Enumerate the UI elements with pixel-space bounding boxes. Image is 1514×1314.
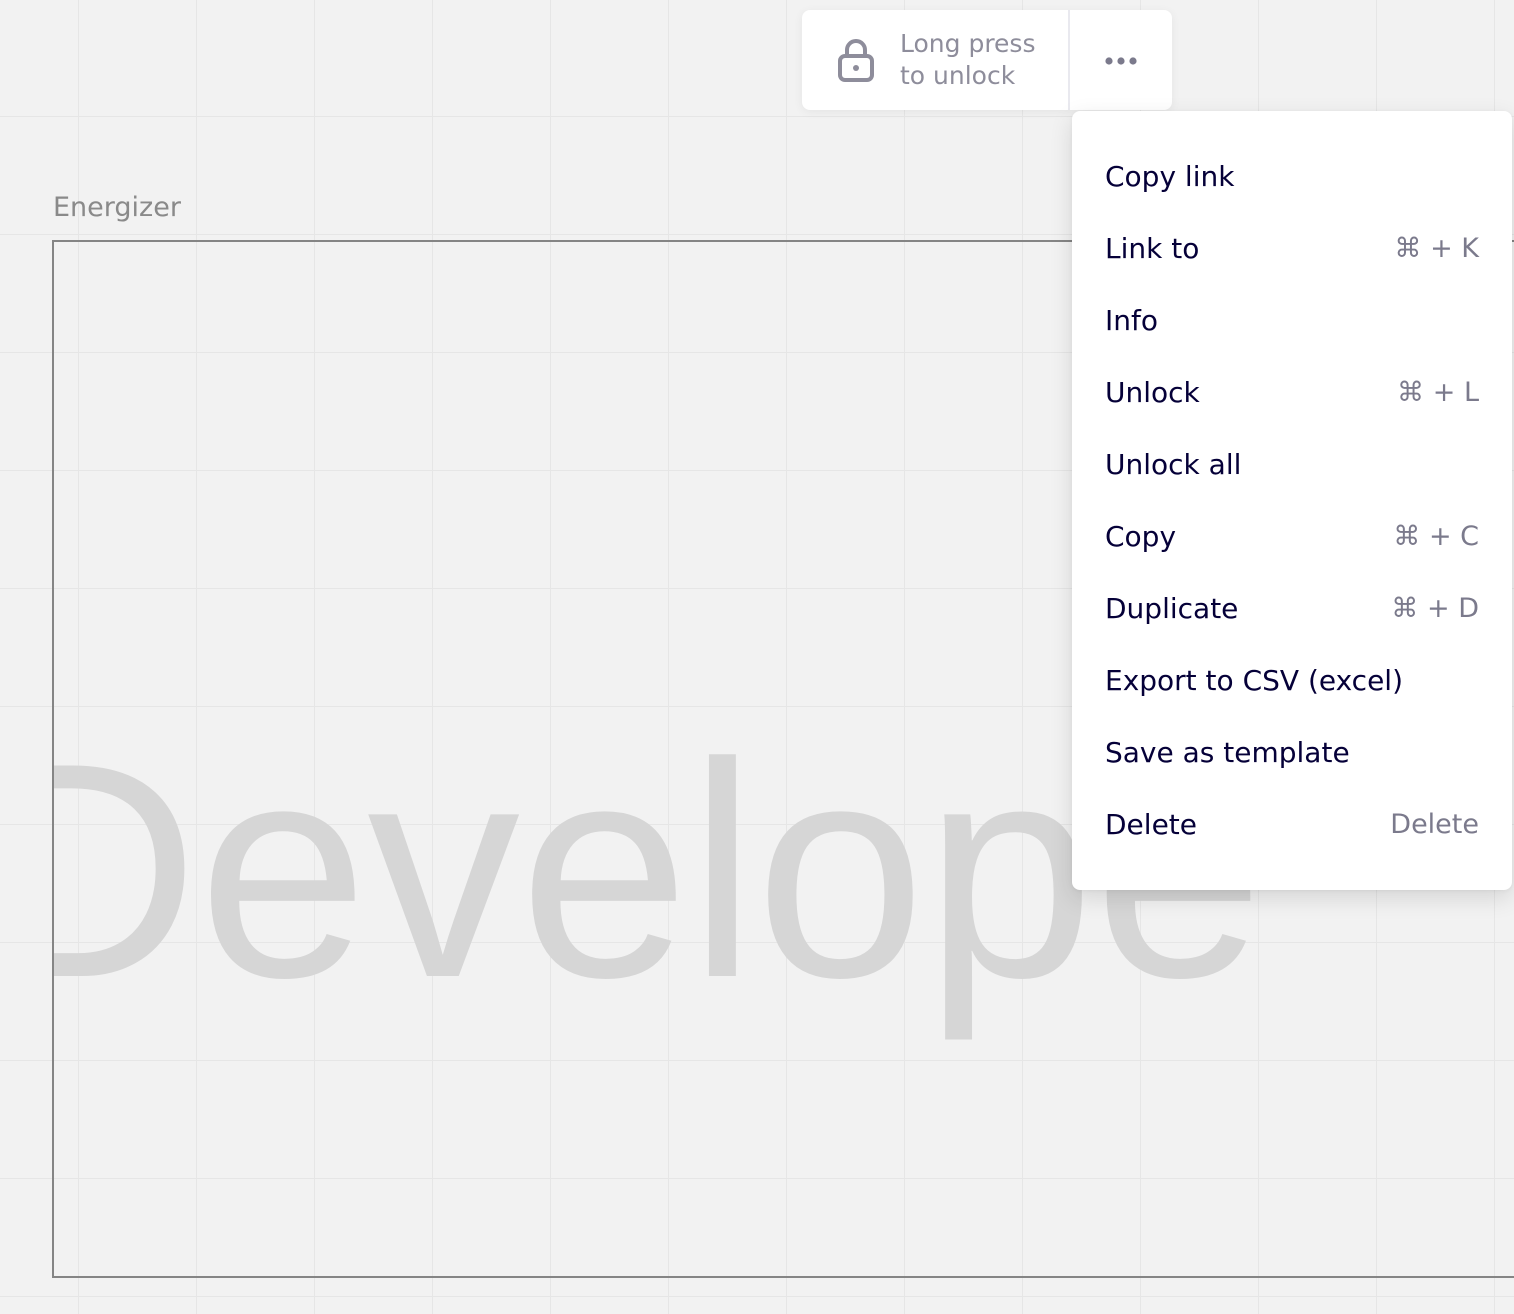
menu-item-shortcut: ⌘ + L bbox=[1397, 376, 1479, 408]
menu-item-copy[interactable]: Copy ⌘ + C bbox=[1072, 500, 1512, 572]
menu-item-copy-link[interactable]: Copy link bbox=[1072, 140, 1512, 212]
lock-icon bbox=[836, 36, 876, 84]
menu-item-label: Unlock all bbox=[1105, 447, 1242, 481]
unlock-hint: Long press to unlock bbox=[900, 28, 1035, 92]
menu-item-info[interactable]: Info bbox=[1072, 284, 1512, 356]
menu-item-unlock[interactable]: Unlock ⌘ + L bbox=[1072, 356, 1512, 428]
menu-item-delete[interactable]: Delete Delete bbox=[1072, 788, 1512, 860]
menu-item-shortcut: ⌘ + C bbox=[1393, 520, 1479, 552]
frame-title[interactable]: Energizer bbox=[53, 192, 181, 223]
menu-item-label: Save as template bbox=[1105, 735, 1350, 769]
menu-item-label: Delete bbox=[1105, 807, 1197, 841]
unlock-button[interactable]: Long press to unlock bbox=[802, 10, 1070, 110]
menu-item-duplicate[interactable]: Duplicate ⌘ + D bbox=[1072, 572, 1512, 644]
menu-item-link-to[interactable]: Link to ⌘ + K bbox=[1072, 212, 1512, 284]
more-horizontal-icon bbox=[1104, 51, 1138, 70]
menu-item-shortcut: Delete bbox=[1390, 808, 1479, 840]
menu-item-label: Export to CSV (excel) bbox=[1105, 663, 1404, 697]
menu-item-export-csv[interactable]: Export to CSV (excel) bbox=[1072, 644, 1512, 716]
menu-item-label: Link to bbox=[1105, 231, 1200, 265]
menu-item-label: Info bbox=[1105, 303, 1158, 337]
unlock-hint-line2: to unlock bbox=[900, 61, 1016, 90]
menu-item-label: Duplicate bbox=[1105, 591, 1239, 625]
more-options-button[interactable] bbox=[1070, 10, 1172, 110]
context-menu: Copy link Link to ⌘ + K Info Unlock ⌘ + … bbox=[1072, 111, 1512, 890]
menu-item-shortcut: ⌘ + D bbox=[1391, 592, 1479, 624]
menu-item-label: Copy bbox=[1105, 519, 1177, 553]
unlock-hint-line1: Long press bbox=[900, 29, 1036, 58]
lock-toolbar: Long press to unlock bbox=[802, 10, 1172, 110]
menu-item-label: Copy link bbox=[1105, 159, 1235, 193]
menu-item-shortcut: ⌘ + K bbox=[1394, 232, 1480, 264]
menu-item-unlock-all[interactable]: Unlock all bbox=[1072, 428, 1512, 500]
menu-item-save-as-template[interactable]: Save as template bbox=[1072, 716, 1512, 788]
menu-item-label: Unlock bbox=[1105, 375, 1200, 409]
